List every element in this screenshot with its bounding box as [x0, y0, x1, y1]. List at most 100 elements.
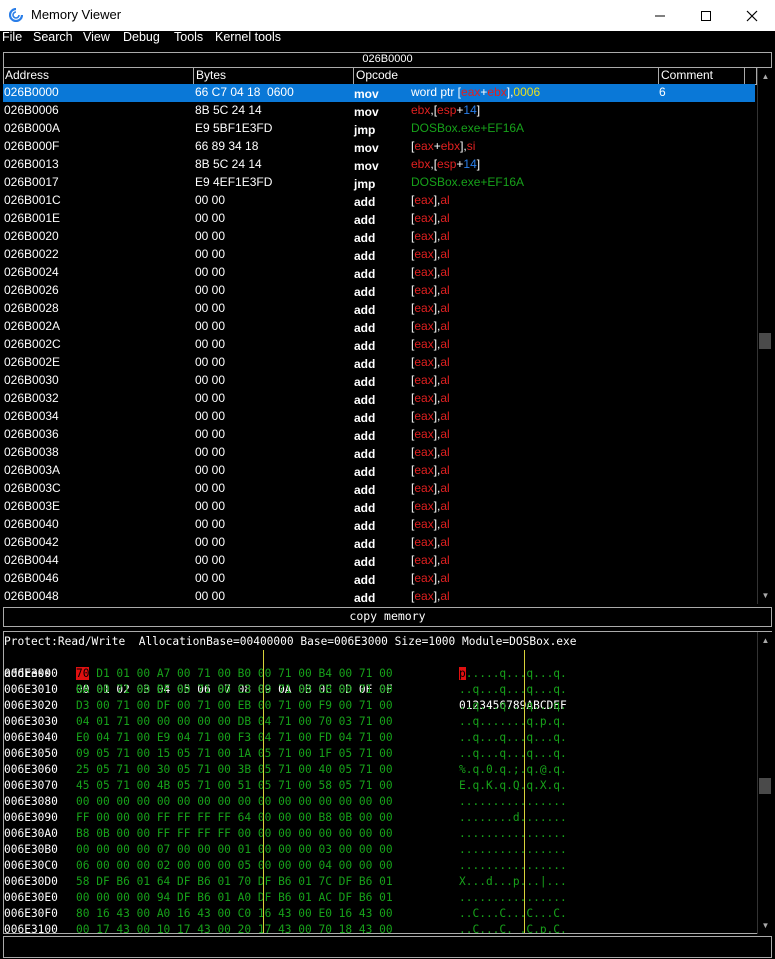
hex-row-ascii[interactable]: ..q...q...q...q.: [459, 746, 567, 762]
column-opcode[interactable]: Opcode: [353, 68, 658, 84]
column-comment[interactable]: Comment: [658, 68, 744, 84]
hex-row-bytes[interactable]: 45 05 71 00 4B 05 71 00 51 05 71 00 58 0…: [76, 778, 393, 794]
hex-row-ascii[interactable]: ................: [459, 794, 567, 810]
disassembly-row[interactable]: 026B0030 00 00 add [eax],al: [3, 372, 755, 390]
scroll-up-icon[interactable]: ▲: [761, 72, 770, 81]
hex-row-ascii[interactable]: ................: [459, 826, 567, 842]
disassembly-row[interactable]: 026B0044 00 00 add [eax],al: [3, 552, 755, 570]
disassembly-row[interactable]: 026B0042 00 00 add [eax],al: [3, 534, 755, 552]
hex-row[interactable]: 006E3040 E0 04 71 00 E9 04 71 00 F3 04 71…: [4, 730, 764, 746]
hex-scroll-thumb[interactable]: [759, 778, 771, 794]
hex-row-bytes[interactable]: 00 17 43 00 10 17 43 00 20 17 43 00 70 1…: [76, 922, 393, 933]
hex-row-ascii[interactable]: p.....q...q...q.: [459, 666, 567, 682]
hex-row[interactable]: 006E30C0 06 00 00 00 02 00 00 00 05 00 00…: [4, 858, 764, 874]
disassembly-row[interactable]: 026B003A 00 00 add [eax],al: [3, 462, 755, 480]
disassembly-row[interactable]: 026B0040 00 00 add [eax],al: [3, 516, 755, 534]
maximize-button[interactable]: [683, 0, 729, 31]
disassembly-row[interactable]: 026B0036 00 00 add [eax],al: [3, 426, 755, 444]
disassembly-row[interactable]: 026B0034 00 00 add [eax],al: [3, 408, 755, 426]
menu-view[interactable]: View: [81, 31, 110, 49]
scroll-down-icon[interactable]: ▼: [761, 591, 770, 600]
disassembly-row[interactable]: 026B001C 00 00 add [eax],al: [3, 192, 755, 210]
hex-row[interactable]: 006E3050 09 05 71 00 15 05 71 00 1A 05 71…: [4, 746, 764, 762]
hex-row-ascii[interactable]: ........d.......: [459, 810, 567, 826]
hex-row-bytes[interactable]: 00 00 00 00 00 00 00 00 00 00 00 00 00 0…: [76, 794, 393, 810]
hex-row-ascii[interactable]: ................: [459, 842, 567, 858]
hex-view-panel[interactable]: Protect:Read/Write AllocationBase=004000…: [3, 631, 772, 934]
hex-row-bytes[interactable]: BA 00 71 00 BF 00 71 00 C3 00 71 00 CB 0…: [76, 682, 393, 698]
hex-row-ascii[interactable]: ..q...q...q...q.: [459, 682, 567, 698]
close-button[interactable]: [729, 0, 775, 31]
disassembly-row[interactable]: 026B0013 8B 5C 24 14 mov ebx,[esp+14]: [3, 156, 755, 174]
menu-file[interactable]: File: [0, 31, 22, 49]
disassembly-row[interactable]: 026B0048 00 00 add [eax],al: [3, 588, 755, 604]
disassembly-row[interactable]: 026B0038 00 00 add [eax],al: [3, 444, 755, 462]
disassembly-row[interactable]: 026B000A E9 5BF1E3FD jmp DOSBox.exe+EF16A: [3, 120, 755, 138]
hex-row-bytes[interactable]: 00 00 00 00 94 DF B6 01 A0 DF B6 01 AC D…: [76, 890, 393, 906]
minimize-button[interactable]: [637, 0, 683, 31]
column-address[interactable]: Address: [3, 68, 193, 84]
hex-row[interactable]: 006E3030 04 01 71 00 00 00 00 00 DB 04 71…: [4, 714, 764, 730]
disassembly-row[interactable]: 026B0000 66 C7 04 18 0600 mov word ptr [eax…: [3, 84, 755, 102]
hex-row-ascii[interactable]: ..q...q...q...q.: [459, 698, 567, 714]
disassembly-row[interactable]: 026B0028 00 00 add [eax],al: [3, 300, 755, 318]
disassembly-row[interactable]: 026B0032 00 00 add [eax],al: [3, 390, 755, 408]
hex-scroll-down-icon[interactable]: ▼: [761, 921, 770, 930]
disassembly-row[interactable]: 026B0024 00 00 add [eax],al: [3, 264, 755, 282]
hex-row-bytes[interactable]: D3 00 71 00 DF 00 71 00 EB 00 71 00 F9 0…: [76, 698, 393, 714]
hex-row-ascii[interactable]: ..C...C...C...C.: [459, 906, 567, 922]
disassembly-row[interactable]: 026B0046 00 00 add [eax],al: [3, 570, 755, 588]
hex-row-ascii[interactable]: %.q.0.q.;.q.@.q.: [459, 762, 567, 778]
hex-row[interactable]: 006E3000 70 D1 01 00 A7 00 71 00 B0 00 71…: [4, 666, 764, 682]
disassembly-row[interactable]: 026B003E 00 00 add [eax],al: [3, 498, 755, 516]
hex-row-ascii[interactable]: E.q.K.q.Q.q.X.q.: [459, 778, 567, 794]
disassembly-row[interactable]: 026B001E 00 00 add [eax],al: [3, 210, 755, 228]
hex-row-ascii[interactable]: ..q.......q.p.q.: [459, 714, 567, 730]
disassembly-row[interactable]: 026B002C 00 00 add [eax],al: [3, 336, 755, 354]
hex-row[interactable]: 006E30F0 80 16 43 00 A0 16 43 00 C0 16 43…: [4, 906, 764, 922]
disassembly-row[interactable]: 026B003C 00 00 add [eax],al: [3, 480, 755, 498]
disassembly-row[interactable]: 026B0020 00 00 add [eax],al: [3, 228, 755, 246]
disassembly-row[interactable]: 026B002A 00 00 add [eax],al: [3, 318, 755, 336]
disassembly-row[interactable]: 026B0017 E9 4EF1E3FD jmp DOSBox.exe+EF16A: [3, 174, 755, 192]
hex-row-ascii[interactable]: X...d...p...|...: [459, 874, 567, 890]
selected-ascii-char[interactable]: p: [459, 667, 466, 680]
hex-row-bytes[interactable]: 58 DF B6 01 64 DF B6 01 70 DF B6 01 7C D…: [76, 874, 393, 890]
hex-scrollbar[interactable]: ▲ ▼: [757, 632, 772, 934]
hex-row-ascii[interactable]: ..C...C. .C.p.C.: [459, 922, 567, 933]
hex-row[interactable]: 006E3060 25 05 71 00 30 05 71 00 3B 05 71…: [4, 762, 764, 778]
selected-byte[interactable]: 70: [76, 667, 90, 680]
hex-row[interactable]: 006E3070 45 05 71 00 4B 05 71 00 51 05 71…: [4, 778, 764, 794]
hex-row-ascii[interactable]: ..q...q...q...q.: [459, 730, 567, 746]
disassembly-row[interactable]: 026B0022 00 00 add [eax],al: [3, 246, 755, 264]
disassembly-row[interactable]: 026B000F 66 89 34 18 mov [eax+ebx],si: [3, 138, 755, 156]
hex-row[interactable]: 006E30B0 00 00 00 00 07 00 00 00 01 00 00…: [4, 842, 764, 858]
menu-tools[interactable]: Tools: [172, 31, 203, 49]
hex-row[interactable]: 006E30D0 58 DF B6 01 64 DF B6 01 70 DF B6…: [4, 874, 764, 890]
hex-row[interactable]: 006E3080 00 00 00 00 00 00 00 00 00 00 00…: [4, 794, 764, 810]
hex-row-bytes[interactable]: 04 01 71 00 00 00 00 00 DB 04 71 00 70 0…: [76, 714, 393, 730]
menu-search[interactable]: Search: [31, 31, 73, 49]
disassembly-row[interactable]: 026B002E 00 00 add [eax],al: [3, 354, 755, 372]
hex-row-bytes[interactable]: 25 05 71 00 30 05 71 00 3B 05 71 00 40 0…: [76, 762, 393, 778]
hex-row-bytes[interactable]: 06 00 00 00 02 00 00 00 05 00 00 00 04 0…: [76, 858, 393, 874]
hex-scroll-up-icon[interactable]: ▲: [761, 636, 770, 645]
disassembly-row[interactable]: 026B0006 8B 5C 24 14 mov ebx,[esp+14]: [3, 102, 755, 120]
scroll-thumb[interactable]: [759, 333, 771, 349]
hex-row-bytes[interactable]: 80 16 43 00 A0 16 43 00 C0 16 43 00 E0 1…: [76, 906, 393, 922]
hex-row[interactable]: 006E30E0 00 00 00 00 94 DF B6 01 A0 DF B6…: [4, 890, 764, 906]
disassembly-row[interactable]: 026B0026 00 00 add [eax],al: [3, 282, 755, 300]
hex-row[interactable]: 006E3090 FF 00 00 00 FF FF FF FF 64 00 00…: [4, 810, 764, 826]
disassembler-scrollbar[interactable]: ▲ ▼: [757, 68, 772, 604]
hex-row-bytes[interactable]: 70 D1 01 00 A7 00 71 00 B0 00 71 00 B4 0…: [76, 666, 393, 682]
hex-row[interactable]: 006E30A0 B8 0B 00 00 FF FF FF FF 00 00 00…: [4, 826, 764, 842]
menu-debug[interactable]: Debug: [121, 31, 160, 49]
hex-row-bytes[interactable]: 00 00 00 00 07 00 00 00 01 00 00 00 03 0…: [76, 842, 393, 858]
hex-row-ascii[interactable]: ................: [459, 890, 567, 906]
hex-row-bytes[interactable]: B8 0B 00 00 FF FF FF FF 00 00 00 00 00 0…: [76, 826, 393, 842]
hex-row[interactable]: 006E3010 BA 00 71 00 BF 00 71 00 C3 00 71…: [4, 682, 764, 698]
hex-row[interactable]: 006E3020 D3 00 71 00 DF 00 71 00 EB 00 71…: [4, 698, 764, 714]
disassembler-list[interactable]: 026B0000 66 C7 04 18 0600 mov word ptr [eax…: [3, 84, 755, 604]
column-bytes[interactable]: Bytes: [193, 68, 353, 84]
hex-row-bytes[interactable]: FF 00 00 00 FF FF FF FF 64 00 00 00 B8 0…: [76, 810, 393, 826]
